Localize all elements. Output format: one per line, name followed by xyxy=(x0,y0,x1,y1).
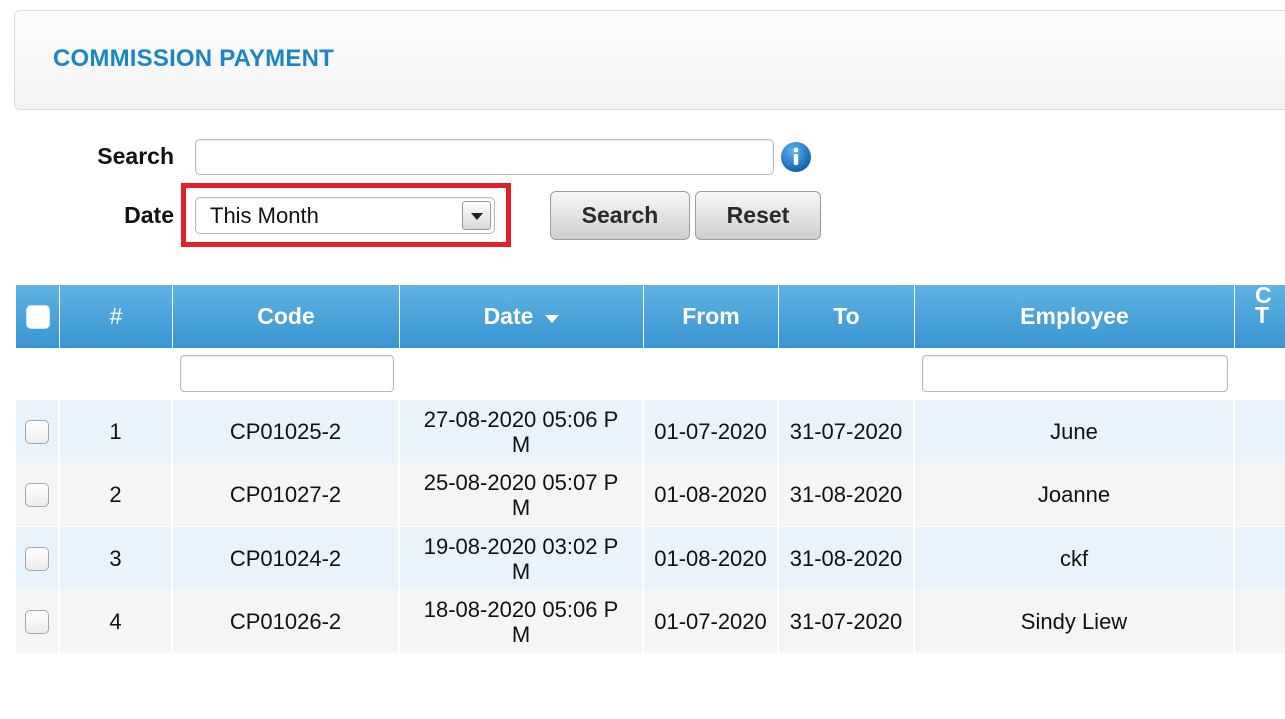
header-employee[interactable]: Employee xyxy=(915,285,1235,348)
row-employee: June xyxy=(915,400,1235,463)
row-code: CP01024-2 xyxy=(173,527,400,590)
header-select-all xyxy=(16,285,60,348)
row-checkbox-cell xyxy=(16,463,60,526)
header-code[interactable]: Code xyxy=(173,285,400,348)
header-partial-line2: T xyxy=(1255,302,1270,328)
header-date[interactable]: Date xyxy=(400,285,644,348)
row-number: 1 xyxy=(60,400,173,463)
grid-header: # Code Date From To Employee C T xyxy=(16,284,1285,348)
sort-desc-icon xyxy=(545,314,560,323)
chevron-down-icon[interactable] xyxy=(462,201,491,230)
row-from: 01-08-2020 xyxy=(644,527,779,590)
search-label: Search xyxy=(97,143,174,169)
search-input[interactable] xyxy=(195,139,774,175)
row-checkbox[interactable] xyxy=(25,419,49,444)
row-date: 19-08-2020 03:02 PM xyxy=(400,527,644,590)
table-row[interactable]: 3 CP01024-2 19-08-2020 03:02 PM 01-08-20… xyxy=(16,527,1285,590)
row-code: CP01027-2 xyxy=(173,463,400,526)
info-icon[interactable] xyxy=(780,141,812,173)
row-date: 27-08-2020 05:06 PM xyxy=(400,400,644,463)
row-date: 18-08-2020 05:06 PM xyxy=(400,590,644,653)
row-from: 01-07-2020 xyxy=(644,400,779,463)
header-number: # xyxy=(60,285,173,348)
row-employee: Joanne xyxy=(915,463,1235,526)
row-checkbox-cell xyxy=(16,400,60,463)
row-number: 4 xyxy=(60,590,173,653)
date-select[interactable]: This Month xyxy=(195,197,495,234)
title-panel: COMMISSION PAYMENT xyxy=(14,10,1285,110)
row-checkbox[interactable] xyxy=(25,482,49,507)
table-row[interactable]: 1 CP01025-2 27-08-2020 05:06 PM 01-07-20… xyxy=(16,400,1285,463)
row-code: CP01026-2 xyxy=(173,590,400,653)
row-checkbox-cell xyxy=(16,527,60,590)
code-filter-input[interactable] xyxy=(180,355,394,392)
row-to: 31-08-2020 xyxy=(779,463,915,526)
header-from[interactable]: From xyxy=(644,285,779,348)
reset-button[interactable]: Reset xyxy=(695,191,821,240)
row-checkbox[interactable] xyxy=(25,546,49,571)
row-to: 31-08-2020 xyxy=(779,527,915,590)
row-checkbox[interactable] xyxy=(25,609,49,634)
header-to[interactable]: To xyxy=(779,285,915,348)
search-button[interactable]: Search xyxy=(550,191,690,240)
table-row[interactable]: 4 CP01026-2 18-08-2020 05:06 PM 01-07-20… xyxy=(16,590,1285,653)
table-row[interactable]: 2 CP01027-2 25-08-2020 05:07 PM 01-08-20… xyxy=(16,463,1285,526)
grid-filter-row xyxy=(16,348,1285,400)
select-all-checkbox[interactable] xyxy=(25,304,50,329)
row-to: 31-07-2020 xyxy=(779,590,915,653)
row-employee: Sindy Liew xyxy=(915,590,1235,653)
date-label: Date xyxy=(124,202,174,228)
row-number: 2 xyxy=(60,463,173,526)
employee-filter-input[interactable] xyxy=(922,355,1228,392)
date-select-value: This Month xyxy=(210,203,319,228)
header-date-label: Date xyxy=(483,303,534,329)
row-code: CP01025-2 xyxy=(173,400,400,463)
row-number: 3 xyxy=(60,527,173,590)
row-from: 01-07-2020 xyxy=(644,590,779,653)
row-employee: ckf xyxy=(915,527,1235,590)
row-from: 01-08-2020 xyxy=(644,463,779,526)
row-checkbox-cell xyxy=(16,590,60,653)
row-date: 25-08-2020 05:07 PM xyxy=(400,463,644,526)
row-to: 31-07-2020 xyxy=(779,400,915,463)
header-partial[interactable]: C T xyxy=(1235,284,1285,348)
page-title: COMMISSION PAYMENT xyxy=(53,45,334,72)
